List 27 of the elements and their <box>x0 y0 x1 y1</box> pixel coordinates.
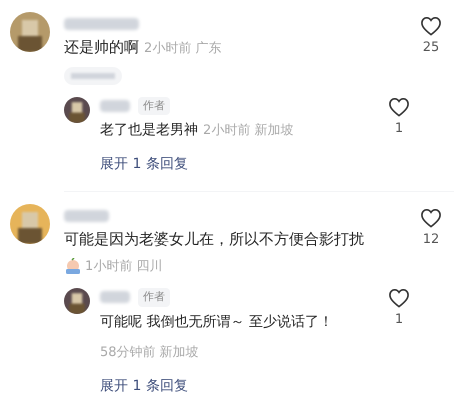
heart-icon[interactable] <box>388 288 410 308</box>
avatar[interactable] <box>10 12 50 52</box>
comment-text: 可能是因为老婆女儿在，所以不方便合影打扰 <box>64 229 364 250</box>
comment-meta: 2小时前 广东 <box>144 40 222 58</box>
author-badge: 作者 <box>138 96 170 115</box>
reply-text: 老了也是老男神 <box>100 121 198 140</box>
blurred-username <box>64 210 109 222</box>
reply-meta: 2小时前 新加坡 <box>203 122 294 140</box>
comment-text: 还是帅的啊 <box>64 37 139 58</box>
author-badge: 作者 <box>138 288 170 306</box>
avatar[interactable] <box>10 204 50 244</box>
blurred-username <box>100 100 130 112</box>
comment-meta: 1小时前 四川 <box>85 258 162 276</box>
reply-meta: 58分钟前 新加坡 <box>100 344 199 360</box>
heart-icon[interactable] <box>420 16 442 36</box>
expand-replies-link[interactable]: 展开 1 条回复 <box>100 378 188 394</box>
avatar[interactable] <box>64 288 90 314</box>
heart-icon[interactable] <box>420 208 442 228</box>
heart-icon[interactable] <box>388 96 410 116</box>
like-count: 1 <box>394 120 404 138</box>
avatar[interactable] <box>64 96 90 122</box>
like-count: 1 <box>394 311 404 329</box>
like-count: 25 <box>422 39 440 57</box>
like-count: 12 <box>422 231 440 249</box>
expand-replies-link[interactable]: 展开 1 条回复 <box>100 156 188 172</box>
blurred-username <box>100 291 130 304</box>
reply-text: 可能呢 我倒也无所谓～ 至少说话了！ <box>100 312 333 332</box>
